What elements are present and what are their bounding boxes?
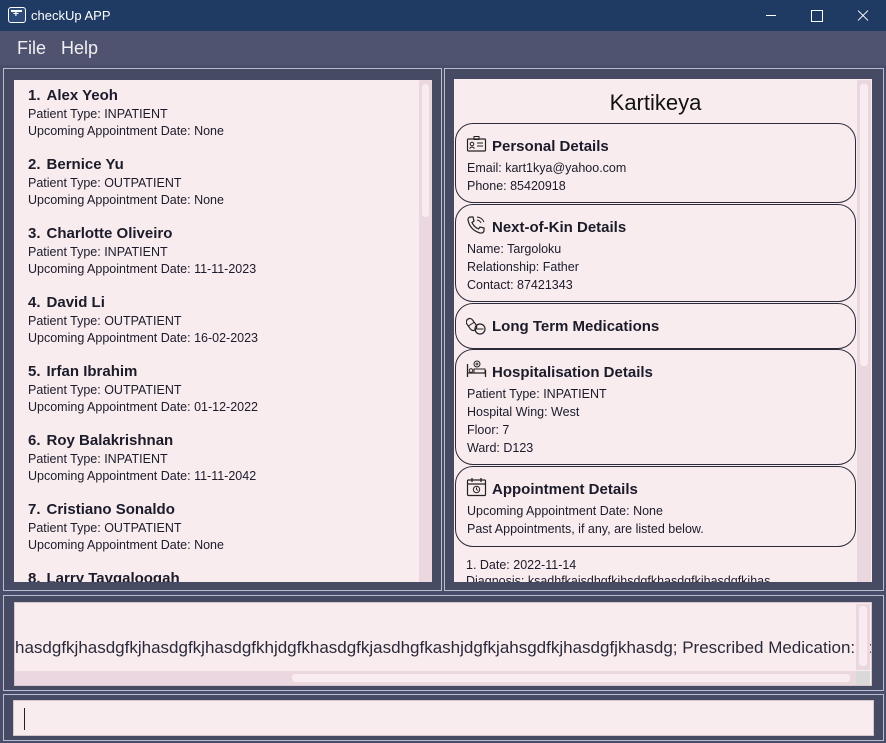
kin-relationship-value: Relationship: Father <box>467 260 579 274</box>
hospital-bed-icon <box>466 360 487 377</box>
command-input[interactable] <box>13 700 874 736</box>
past-appointment-diagnosis: Diagnosis: ksadhfkajsdhgfkjhsdgfkhasdgfk… <box>466 574 771 582</box>
patient-name: Larry Tavgaloogah <box>46 570 180 582</box>
menu-bar: File Help <box>0 31 886 65</box>
patient-appointment: Upcoming Appointment Date: 11-11-2042 <box>28 469 257 483</box>
title-bar: checkUp APP <box>0 0 886 31</box>
patient-appointment: Upcoming Appointment Date: None <box>28 124 224 138</box>
patient-type: Patient Type: INPATIENT <box>28 245 168 259</box>
calendar-icon <box>466 478 487 497</box>
phone-icon <box>467 216 485 234</box>
patient-appointment: Upcoming Appointment Date: None <box>28 193 224 207</box>
kin-contact-value: Contact: 87421343 <box>467 278 573 292</box>
next-of-kin-title: Next-of-Kin Details <box>492 219 627 236</box>
patient-name: David Li <box>46 294 105 311</box>
patient-name: Bernice Yu <box>46 156 124 173</box>
kin-name-value: Name: Targoloku <box>467 242 562 256</box>
patient-type: Patient Type: OUTPATIENT <box>28 521 182 535</box>
list-item[interactable]: 1. Alex Yeoh Patient Type: INPATIENT Upco… <box>28 87 224 141</box>
medications-title: Long Term Medications <box>492 318 660 335</box>
next-of-kin-card: Next-of-Kin Details Name: Targoloku Rela… <box>455 204 856 302</box>
patient-index: 3. <box>28 225 41 242</box>
list-item[interactable]: 5. Irfan Ibrahim Patient Type: OUTPATIENT… <box>28 363 258 417</box>
patient-list-scroll-thumb[interactable] <box>422 84 429 217</box>
result-vertical-scroll-thumb[interactable] <box>859 606 867 666</box>
pills-icon <box>466 317 486 335</box>
result-horizontal-scroll-thumb[interactable] <box>292 674 850 682</box>
minimize-button[interactable] <box>748 0 794 31</box>
patient-type: Patient Type: OUTPATIENT <box>28 314 182 328</box>
phone-value: Phone: 85420918 <box>467 179 566 193</box>
list-item[interactable]: 4. David Li Patient Type: OUTPATIENT Upco… <box>28 294 258 348</box>
maximize-button[interactable] <box>794 0 840 31</box>
list-item[interactable]: 7. Cristiano Sonaldo Patient Type: OUTPAT… <box>28 501 224 555</box>
patient-type: Patient Type: INPATIENT <box>28 452 168 466</box>
list-item[interactable]: 6. Roy Balakrishnan Patient Type: INPATIE… <box>28 432 256 486</box>
list-item[interactable]: 8. Larry Tavgaloogah <box>28 570 180 582</box>
patient-detail-name: Kartikeya <box>609 90 702 115</box>
close-button[interactable] <box>840 0 886 31</box>
list-item[interactable]: 3. Charlotte Oliveiro Patient Type: INPAT… <box>28 225 256 279</box>
patient-appointment: Upcoming Appointment Date: 16-02-2023 <box>28 331 259 345</box>
patient-name: Irfan Ibrahim <box>46 363 138 380</box>
menu-help[interactable]: Help <box>61 38 98 59</box>
medications-card[interactable]: Long Term Medications <box>455 303 856 349</box>
id-card-icon <box>466 136 487 152</box>
hospital-wing-value: Hospital Wing: West <box>467 405 580 419</box>
patient-type: Patient Type: OUTPATIENT <box>28 176 182 190</box>
patient-appointment: Upcoming Appointment Date: 01-12-2022 <box>28 400 259 414</box>
patient-index: 6. <box>28 432 41 449</box>
window-title: checkUp APP <box>31 8 111 23</box>
personal-details-card: Personal Details Email: kart1kya@yahoo.c… <box>455 123 856 203</box>
hospitalisation-card: Hospitalisation Details Patient Type: IN… <box>455 349 856 465</box>
appointment-card: Appointment Details Upcoming Appointment… <box>455 466 856 547</box>
hospitalisation-title: Hospitalisation Details <box>492 364 653 381</box>
email-value: Email: kart1kya@yahoo.com <box>467 161 627 175</box>
detail-scroll-thumb[interactable] <box>860 84 868 366</box>
patient-name: Roy Balakrishnan <box>46 432 174 449</box>
patient-index: 1. <box>28 87 41 104</box>
past-appointment-date: 1. Date: 2022-11-14 <box>466 558 577 572</box>
personal-details-title: Personal Details <box>492 138 609 155</box>
patient-name: Cristiano Sonaldo <box>46 501 175 518</box>
patient-index: 2. <box>28 156 41 173</box>
patient-appointment: Upcoming Appointment Date: 11-11-2023 <box>28 262 257 276</box>
text-caret <box>24 708 25 730</box>
patient-index: 7. <box>28 501 41 518</box>
ward-value: Ward: D123 <box>467 441 534 455</box>
patient-type: Patient Type: OUTPATIENT <box>28 383 182 397</box>
list-item[interactable]: 2. Bernice Yu Patient Type: OUTPATIENT Up… <box>28 156 224 210</box>
patient-type-value: Patient Type: INPATIENT <box>467 387 607 401</box>
result-text: hasdgfkjhasdgfkjhasdgfkjhasdgfkhjdgfkhas… <box>15 638 872 657</box>
patient-index: 4. <box>28 294 41 311</box>
appointment-title: Appointment Details <box>492 481 638 498</box>
patient-index: 5. <box>28 363 41 380</box>
patient-name: Charlotte Oliveiro <box>46 225 173 242</box>
past-appointments-note: Past Appointments, if any, are listed be… <box>467 522 704 536</box>
scrollbar-corner <box>856 671 870 685</box>
app-icon <box>8 7 26 23</box>
patient-type: Patient Type: INPATIENT <box>28 107 168 121</box>
upcoming-appointment-value: Upcoming Appointment Date: None <box>467 504 663 518</box>
patient-list[interactable]: 1. Alex Yeoh Patient Type: INPATIENT Upco… <box>14 80 432 582</box>
floor-value: Floor: 7 <box>467 423 510 437</box>
patient-name: Alex Yeoh <box>46 87 118 104</box>
menu-file[interactable]: File <box>17 38 46 59</box>
patient-appointment: Upcoming Appointment Date: None <box>28 538 224 552</box>
patient-index: 8. <box>28 570 41 582</box>
